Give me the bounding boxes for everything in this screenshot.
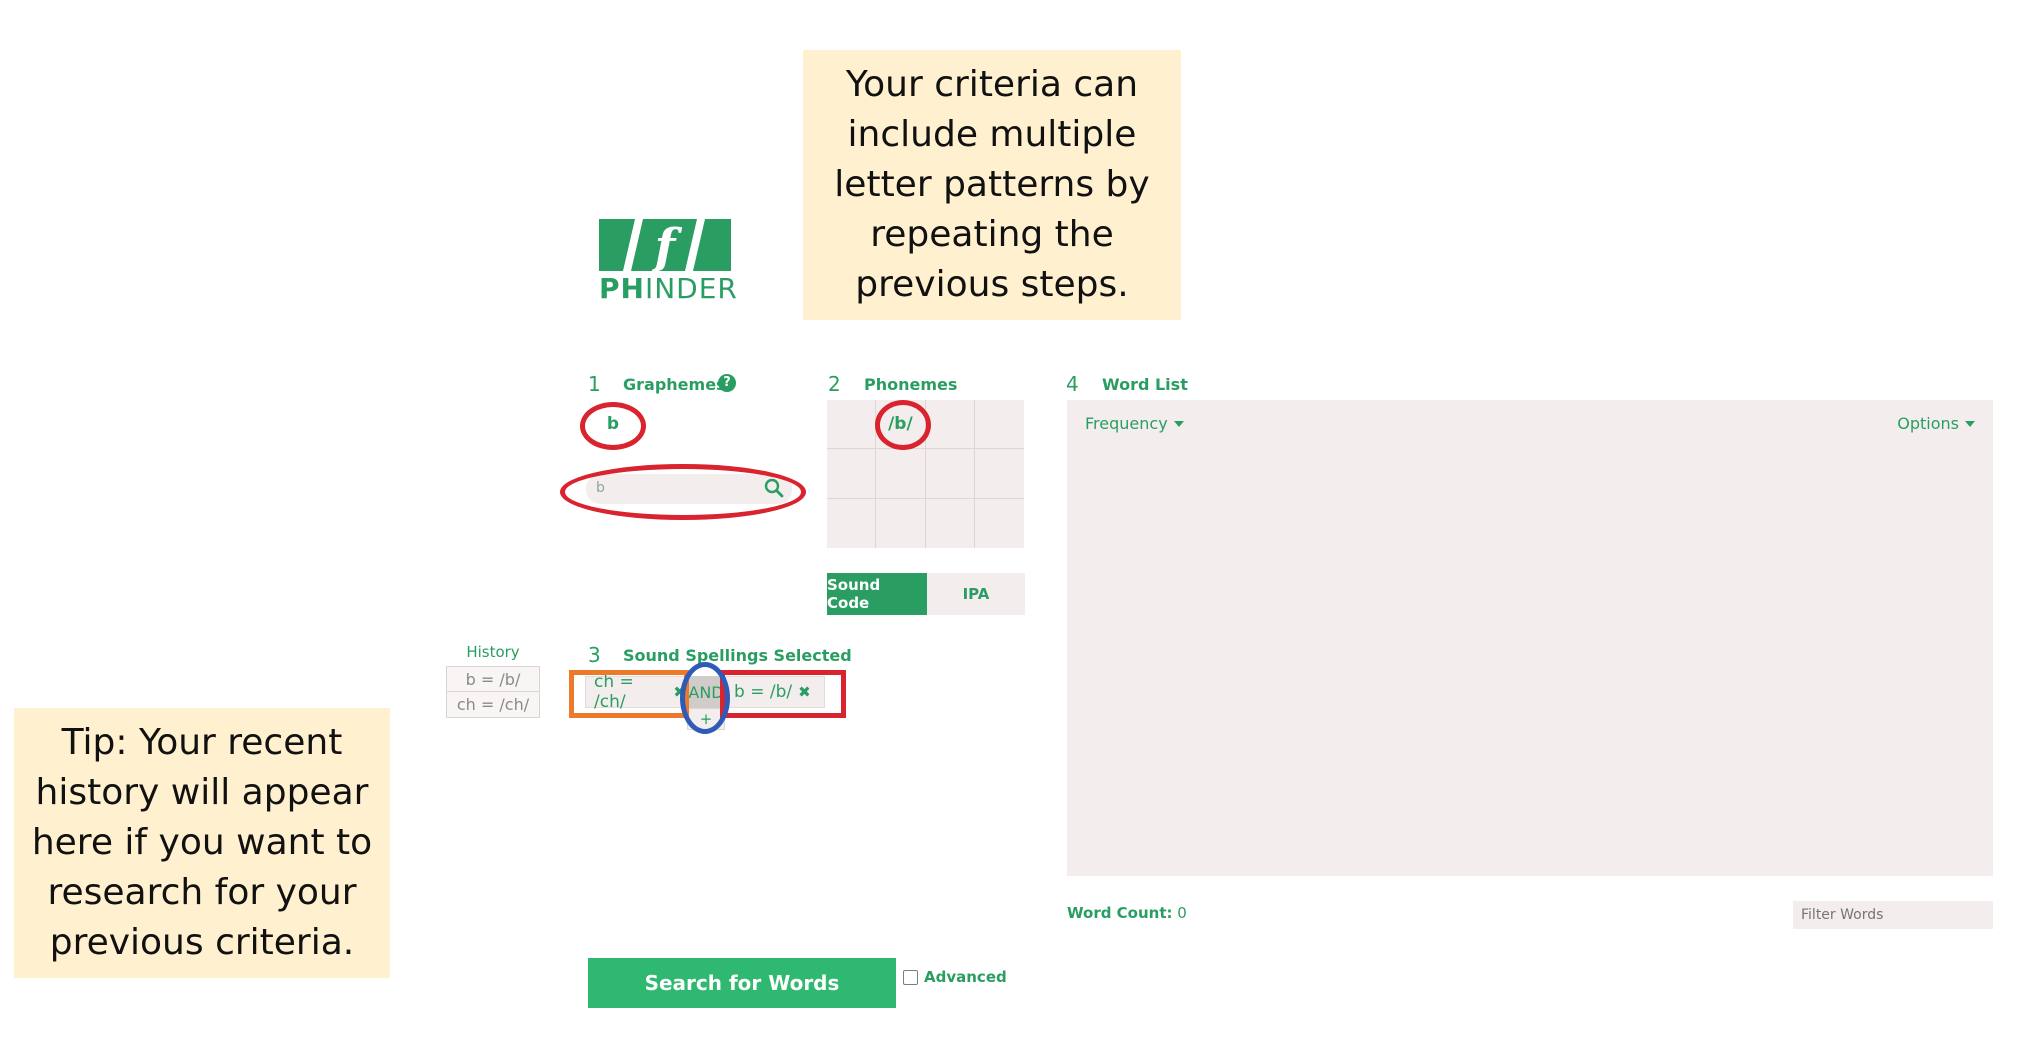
options-label: Options xyxy=(1897,414,1959,433)
sound-code-button[interactable]: Sound Code xyxy=(827,573,927,615)
phoneme-cell[interactable] xyxy=(876,449,926,499)
phoneme-cell[interactable] xyxy=(827,400,877,450)
advanced-checkbox[interactable] xyxy=(903,969,918,985)
highlight-ring-grapheme xyxy=(580,402,646,450)
chevron-down-icon xyxy=(1173,420,1184,427)
word-list-step-number: 4 xyxy=(1066,372,1079,396)
word-count-value: 0 xyxy=(1177,904,1187,922)
word-list-panel: Frequency Options xyxy=(1067,400,1993,876)
phonemes-step-number: 2 xyxy=(828,372,841,396)
history-item[interactable]: b = /b/ xyxy=(446,666,540,692)
phinder-logo[interactable]: f PHINDER xyxy=(599,216,737,305)
ipa-button[interactable]: IPA xyxy=(927,573,1025,615)
phoneme-cell[interactable] xyxy=(876,498,926,548)
chevron-down-icon xyxy=(1965,420,1975,427)
callout-multiple-patterns: Your criteria can include multiple lette… xyxy=(803,50,1181,320)
filter-words-input[interactable] xyxy=(1793,901,1993,929)
graphemes-help-icon[interactable]: ? xyxy=(718,374,736,392)
highlight-ring-phoneme xyxy=(875,400,931,450)
history-item[interactable]: ch = /ch/ xyxy=(446,692,540,718)
search-for-words-button[interactable]: Search for Words xyxy=(588,958,896,1008)
phoneme-cell[interactable] xyxy=(975,499,1024,548)
word-count-label: Word Count: xyxy=(1067,904,1173,922)
logo-wordmark: PHINDER xyxy=(599,272,737,305)
logo-wordmark-rest: INDER xyxy=(644,272,738,305)
history-title: History xyxy=(466,643,520,661)
logo-mark-icon: f xyxy=(599,219,731,271)
logo-wordmark-bold: PH xyxy=(599,272,645,305)
sound-spellings-step-number: 3 xyxy=(588,643,601,667)
highlight-ring-and-operator xyxy=(680,662,730,734)
highlight-box-ch-chip xyxy=(569,670,689,718)
highlight-box-b-chip xyxy=(720,670,846,718)
phonemes-title: Phonemes xyxy=(864,375,958,394)
advanced-label: Advanced xyxy=(924,968,1007,986)
word-count: Word Count: 0 xyxy=(1067,904,1187,922)
options-dropdown[interactable]: Options xyxy=(1897,414,1975,433)
frequency-sort-dropdown[interactable]: Frequency xyxy=(1085,414,1184,433)
phoneme-cell[interactable] xyxy=(974,400,1024,450)
phoneme-cell[interactable] xyxy=(827,449,877,499)
frequency-sort-label: Frequency xyxy=(1085,414,1168,433)
phoneme-cell[interactable] xyxy=(925,449,975,499)
phoneme-cell[interactable] xyxy=(974,449,1024,499)
graphemes-step-number: 1 xyxy=(588,372,601,396)
sound-spellings-title: Sound Spellings Selected xyxy=(623,646,852,665)
phoneme-cell[interactable] xyxy=(827,498,877,548)
phoneme-cell[interactable] xyxy=(926,498,975,548)
word-list-title: Word List xyxy=(1102,375,1188,394)
graphemes-title: Graphemes xyxy=(623,375,726,394)
callout-history-tip: Tip: Your recent history will appear her… xyxy=(14,708,390,978)
highlight-ring-grapheme-search xyxy=(560,464,806,520)
advanced-option[interactable]: Advanced xyxy=(903,968,1007,986)
phoneme-cell[interactable] xyxy=(925,400,975,450)
